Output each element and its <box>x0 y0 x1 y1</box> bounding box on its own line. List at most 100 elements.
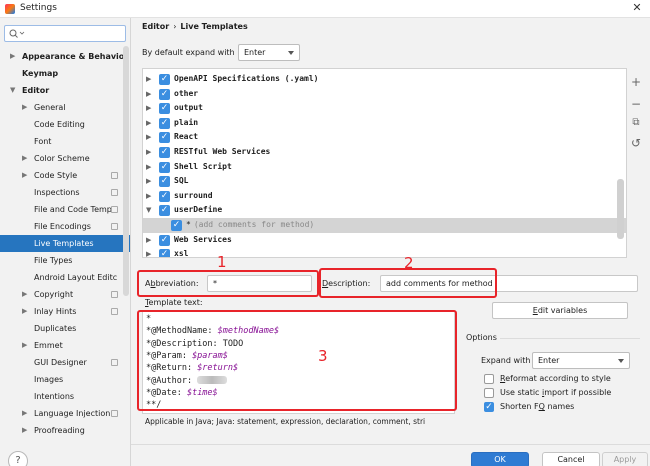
option-checkbox[interactable] <box>484 374 494 384</box>
restore-defaults-button[interactable]: ↺ <box>628 135 644 151</box>
collapsed-arrow-icon[interactable]: ▶ <box>22 337 27 354</box>
chevron-down-icon <box>288 51 294 55</box>
sidebar-item[interactable]: Duplicates <box>0 320 130 337</box>
enabled-checkbox[interactable]: ✓ <box>159 205 170 217</box>
template-group-row[interactable]: ▶ ✓ Web Services <box>143 233 626 248</box>
cancel-button[interactable]: Cancel <box>542 452 600 466</box>
enabled-checkbox[interactable]: ✓ <box>159 234 170 246</box>
enabled-checkbox[interactable]: ✓ <box>159 132 170 144</box>
collapsed-arrow-icon[interactable]: ▶ <box>146 145 151 160</box>
expanded-arrow-icon[interactable]: ▼ <box>10 82 15 99</box>
sidebar-item[interactable]: ▶ Copyright <box>0 286 130 303</box>
sidebar-item[interactable]: Images <box>0 371 130 388</box>
help-button[interactable]: ? <box>8 451 28 466</box>
template-group-row[interactable]: ▶ ✓ Shell Script <box>143 160 626 175</box>
sidebar-item[interactable]: ▶ Inlay Hints <box>0 303 130 320</box>
sidebar-item[interactable]: ▶ Color Scheme <box>0 150 130 167</box>
collapsed-arrow-icon[interactable]: ▶ <box>146 174 151 189</box>
tree-scrollbar[interactable] <box>617 179 624 239</box>
sidebar-item-label: General <box>34 103 66 112</box>
sidebar-item[interactable]: Live Templates <box>0 235 130 252</box>
template-group-row[interactable]: ▶ ✓ output <box>143 101 626 116</box>
template-group-row[interactable]: ▶ ✓ RESTful Web Services <box>143 145 626 160</box>
applicable-contexts-text[interactable]: Applicable in Java; Java: statement, exp… <box>145 417 460 426</box>
sidebar-scrollbar[interactable] <box>123 46 129 296</box>
edit-variables-button[interactable]: Edit variables <box>492 302 628 319</box>
enabled-checkbox[interactable]: ✓ <box>159 190 170 202</box>
template-group-row[interactable]: ▶ ✓ xsl <box>143 247 626 257</box>
expanded-arrow-icon[interactable]: ▼ <box>146 203 151 218</box>
sidebar-item[interactable]: ▶ Proofreading <box>0 422 130 439</box>
collapsed-arrow-icon[interactable]: ▶ <box>22 422 27 439</box>
enabled-checkbox[interactable]: ✓ <box>159 88 170 100</box>
add-template-button[interactable]: + <box>628 74 644 90</box>
enabled-checkbox[interactable]: ✓ <box>159 249 170 257</box>
collapsed-arrow-icon[interactable]: ▶ <box>22 303 27 320</box>
annotation-box-3 <box>137 310 457 411</box>
enabled-checkbox[interactable]: ✓ <box>159 161 170 173</box>
sidebar-item[interactable]: ▶ General <box>0 99 130 116</box>
remove-template-button[interactable]: − <box>628 96 644 112</box>
collapsed-arrow-icon[interactable]: ▶ <box>146 233 151 248</box>
default-expand-dropdown[interactable]: Enter <box>238 44 300 61</box>
collapsed-arrow-icon[interactable]: ▶ <box>146 72 151 87</box>
sidebar-item[interactable]: ▶ Emmet <box>0 337 130 354</box>
sidebar-item[interactable]: ▶ Appearance & Behavior <box>0 48 130 65</box>
collapsed-arrow-icon[interactable]: ▶ <box>146 189 151 204</box>
sidebar-item[interactable]: Android Layout Editc <box>0 269 130 286</box>
collapsed-arrow-icon[interactable]: ▶ <box>22 99 27 116</box>
collapsed-arrow-icon[interactable]: ▶ <box>146 160 151 175</box>
breadcrumb-parent[interactable]: Editor <box>142 22 169 31</box>
option-checkbox[interactable] <box>484 388 494 398</box>
collapsed-arrow-icon[interactable]: ▶ <box>146 116 151 131</box>
option-checkbox[interactable]: ✓ <box>484 402 494 412</box>
sidebar-item[interactable]: ▶ Language Injection <box>0 405 130 422</box>
sidebar-item[interactable]: GUI Designer <box>0 354 130 371</box>
collapsed-arrow-icon[interactable]: ▶ <box>146 101 151 116</box>
sidebar-item[interactable]: Intentions <box>0 388 130 405</box>
sidebar-item[interactable]: File Encodings <box>0 218 130 235</box>
sidebar-item[interactable]: ▼ Editor <box>0 82 130 99</box>
enabled-checkbox[interactable]: ✓ <box>159 117 170 129</box>
sidebar-item[interactable]: File Types <box>0 252 130 269</box>
collapsed-arrow-icon[interactable]: ▶ <box>146 130 151 145</box>
enabled-checkbox[interactable]: ✓ <box>159 74 170 85</box>
template-label: surround <box>174 189 213 204</box>
enabled-checkbox[interactable]: ✓ <box>159 176 170 188</box>
sidebar-item[interactable]: Font <box>0 133 130 150</box>
sidebar-item[interactable]: File and Code Temp <box>0 201 130 218</box>
collapsed-arrow-icon[interactable]: ▶ <box>22 167 27 184</box>
collapsed-arrow-icon[interactable]: ▶ <box>22 286 27 303</box>
ok-button[interactable]: OK <box>471 452 529 466</box>
enabled-checkbox[interactable]: ✓ <box>171 220 182 231</box>
template-group-row[interactable]: ▶ ✓ surround <box>143 189 626 204</box>
template-group-row[interactable]: ▶ ✓ OpenAPI Specifications (.yaml) <box>143 72 626 87</box>
enabled-checkbox[interactable]: ✓ <box>159 147 170 158</box>
option-checkbox-label: Shorten FQ names <box>500 401 574 413</box>
collapsed-arrow-icon[interactable]: ▶ <box>22 150 27 167</box>
template-group-row[interactable]: ▼ ✓ userDefine <box>143 203 626 218</box>
sidebar-item-label: File Encodings <box>34 222 91 231</box>
template-group-row[interactable]: ▶ ✓ other <box>143 87 626 102</box>
collapsed-arrow-icon[interactable]: ▶ <box>146 87 151 102</box>
collapsed-arrow-icon[interactable]: ▶ <box>22 405 27 422</box>
template-group-row[interactable]: ▶ ✓ React <box>143 130 626 145</box>
sidebar-item[interactable]: Code Editing <box>0 116 130 133</box>
template-row[interactable]: ✓ * (add comments for method) <box>143 218 626 233</box>
template-abbreviation: RESTful Web Services <box>174 147 271 156</box>
close-window-button[interactable]: ✕ <box>630 1 644 15</box>
sidebar-item[interactable]: ▶ Code Style <box>0 167 130 184</box>
collapsed-arrow-icon[interactable]: ▶ <box>10 48 15 65</box>
expand-with-dropdown[interactable]: Enter <box>532 352 630 369</box>
enabled-checkbox[interactable]: ✓ <box>159 103 170 115</box>
sidebar-item[interactable]: Keymap <box>0 65 130 82</box>
template-group-row[interactable]: ▶ ✓ plain <box>143 116 626 131</box>
sidebar-item[interactable]: Inspections <box>0 184 130 201</box>
settings-search-input[interactable] <box>4 25 126 42</box>
template-group-row[interactable]: ▶ ✓ SQL <box>143 174 626 189</box>
breadcrumb-separator: › <box>173 22 177 31</box>
sidebar-item-label: Language Injection <box>34 409 111 418</box>
collapsed-arrow-icon[interactable]: ▶ <box>146 247 151 257</box>
copy-template-button[interactable]: ⧉ <box>628 115 644 131</box>
apply-button[interactable]: Apply <box>602 452 648 466</box>
